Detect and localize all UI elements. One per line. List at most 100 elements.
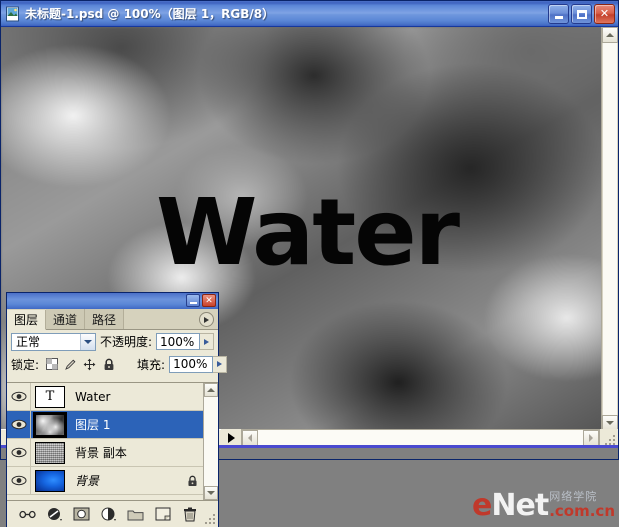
vscroll-up-button[interactable]: [602, 27, 618, 43]
layer-thumbnail-cell[interactable]: T: [31, 385, 69, 408]
delete-layer-icon[interactable]: [181, 506, 198, 523]
vscroll-track[interactable]: [602, 43, 618, 415]
layer-thumbnail-cell[interactable]: [31, 469, 69, 492]
lock-transparency-icon[interactable]: [45, 358, 58, 371]
opacity-label: 不透明度:: [99, 335, 152, 349]
opacity-input[interactable]: 100%: [156, 333, 200, 350]
maximize-button[interactable]: [571, 4, 592, 24]
noise-layer-thumbnail: [35, 441, 65, 464]
fill-field-group: 100%: [169, 355, 228, 373]
opacity-field-group: 100%: [156, 333, 214, 350]
layer-locked-icon: [181, 475, 203, 487]
triangle-right-icon: [204, 316, 209, 323]
layer-thumbnail-cell[interactable]: [31, 441, 69, 464]
lock-position-icon[interactable]: [83, 358, 96, 371]
lock-all-icon[interactable]: [102, 358, 115, 371]
eye-icon: [11, 419, 26, 430]
tab-paths[interactable]: 路径: [85, 309, 125, 329]
close-button[interactable]: ✕: [594, 4, 615, 24]
new-layer-icon[interactable]: [154, 506, 171, 523]
layers-scroll-down-button[interactable]: [204, 486, 218, 500]
watermark-enet: e Net 网络学院 .com.cn: [472, 488, 615, 523]
canvas-vertical-scrollbar[interactable]: [601, 27, 618, 431]
fill-slider-button[interactable]: [213, 355, 228, 373]
layer-name[interactable]: 图层 1: [69, 416, 181, 433]
chevron-down-icon: [207, 491, 215, 495]
watermark-e: e: [472, 488, 492, 523]
layers-list-scrollbar[interactable]: [203, 383, 218, 500]
hscroll-track[interactable]: [258, 430, 583, 446]
layers-panel: ✕ 图层 通道 路径 正常 不透明度: 100% 锁定: 填充: 100% T …: [6, 292, 228, 527]
table-row[interactable]: 背景: [7, 466, 203, 495]
new-adjustment-layer-icon[interactable]: [100, 506, 117, 523]
text-layer-thumbnail: T: [35, 385, 65, 408]
lock-pixels-icon[interactable]: [64, 358, 77, 371]
layers-panel-titlebar[interactable]: ✕: [7, 293, 218, 309]
layer-name[interactable]: 背景: [69, 472, 181, 489]
layer-name[interactable]: Water: [69, 390, 181, 404]
watermark-domain: .com.cn: [549, 502, 615, 520]
layer-visibility-toggle[interactable]: [7, 438, 31, 467]
lock-label: 锁定:: [11, 357, 40, 372]
layer-rows-container: T Water 图层 1 背景 副本 背景: [7, 383, 203, 500]
canvas-text-water: Water: [155, 179, 460, 286]
watermark-right: 网络学院 .com.cn: [549, 492, 615, 519]
lock-buttons-group: [45, 358, 115, 371]
add-layer-mask-icon[interactable]: [73, 506, 90, 523]
fill-label: 填充:: [137, 357, 166, 372]
watermark-net: Net: [491, 488, 549, 523]
hscroll-left-button[interactable]: [242, 430, 258, 446]
layers-scroll-up-button[interactable]: [204, 383, 218, 397]
window-controls: ✕: [548, 4, 615, 24]
hscroll-right-button[interactable]: [583, 430, 599, 446]
chevron-right-icon: [589, 434, 593, 442]
layers-panel-controls: ✕: [186, 294, 216, 307]
panel-close-button[interactable]: ✕: [202, 294, 216, 307]
layer-visibility-toggle[interactable]: [7, 466, 31, 495]
table-row[interactable]: T Water: [7, 383, 203, 411]
tab-layers-label: 图层: [14, 313, 39, 327]
opacity-slider-button[interactable]: [200, 333, 214, 350]
panel-minimize-button[interactable]: [186, 294, 200, 307]
fill-input[interactable]: 100%: [169, 355, 214, 373]
layer-style-fx-icon[interactable]: [46, 506, 63, 523]
window-title: 未标题-1.psd @ 100%（图层 1，RGB/8）: [25, 7, 275, 21]
layer-thumbnail-cell[interactable]: [31, 411, 69, 438]
maximize-icon: [576, 9, 587, 19]
panel-minimize-icon: [189, 302, 197, 304]
chevron-down-icon: [606, 421, 614, 425]
table-row[interactable]: 图层 1: [7, 410, 203, 439]
chevron-down-icon[interactable]: [79, 333, 95, 350]
new-group-icon[interactable]: [127, 506, 144, 523]
layers-list[interactable]: T Water 图层 1 背景 副本 背景: [7, 382, 218, 500]
tab-layers[interactable]: 图层: [7, 310, 47, 330]
tab-channels[interactable]: 通道: [46, 309, 86, 329]
photoshop-document-icon: [5, 6, 21, 22]
chevron-left-icon: [248, 434, 252, 442]
layer-name[interactable]: 背景 副本: [69, 444, 181, 461]
blend-mode-select[interactable]: 正常: [11, 332, 96, 351]
triangle-right-icon: [217, 361, 223, 367]
screen-root: 未标题-1.psd @ 100%（图层 1，RGB/8） ✕ Water e N…: [0, 0, 619, 527]
clouds-layer-thumbnail: [33, 411, 67, 438]
minimize-button[interactable]: [548, 4, 569, 24]
blend-mode-value: 正常: [16, 335, 41, 349]
tab-paths-label: 路径: [92, 312, 117, 327]
layer-visibility-toggle[interactable]: [7, 410, 31, 439]
panel-menu-icon[interactable]: [199, 312, 214, 327]
eye-icon: [11, 391, 26, 402]
chevron-up-icon: [606, 33, 614, 37]
background-layer-thumbnail: [35, 469, 65, 492]
close-icon: ✕: [599, 7, 610, 20]
triangle-right-icon: [204, 338, 209, 345]
lock-fill-row: 锁定: 填充: 100%: [7, 353, 228, 375]
layer-visibility-toggle[interactable]: [7, 383, 31, 411]
layers-panel-tabs: 图层 通道 路径: [7, 309, 218, 330]
panel-close-icon: ✕: [205, 295, 213, 305]
blend-opacity-row: 正常 不透明度: 100%: [7, 330, 218, 353]
panel-resize-grip[interactable]: [205, 514, 215, 524]
link-layers-icon[interactable]: [19, 506, 36, 523]
tab-channels-label: 通道: [53, 312, 78, 327]
table-row[interactable]: 背景 副本: [7, 438, 203, 467]
window-titlebar[interactable]: 未标题-1.psd @ 100%（图层 1，RGB/8） ✕: [1, 1, 618, 27]
